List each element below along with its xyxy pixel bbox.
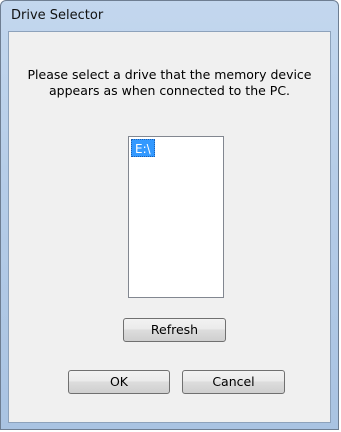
window-title: Drive Selector bbox=[11, 8, 104, 23]
instruction-text: Please select a drive that the memory de… bbox=[9, 67, 330, 99]
drive-selector-dialog: Drive Selector Please select a drive tha… bbox=[0, 0, 339, 430]
ok-button[interactable]: OK bbox=[68, 370, 170, 394]
drive-list-item-e[interactable]: E:\ bbox=[131, 139, 155, 157]
dialog-body: Please select a drive that the memory de… bbox=[8, 31, 331, 423]
title-bar[interactable]: Drive Selector bbox=[1, 1, 338, 31]
drive-listbox[interactable]: E:\ bbox=[128, 136, 224, 298]
instruction-line-2: appears as when connected to the PC. bbox=[48, 83, 291, 98]
instruction-line-1: Please select a drive that the memory de… bbox=[27, 67, 312, 82]
cancel-button[interactable]: Cancel bbox=[182, 370, 285, 394]
refresh-button[interactable]: Refresh bbox=[123, 318, 226, 342]
